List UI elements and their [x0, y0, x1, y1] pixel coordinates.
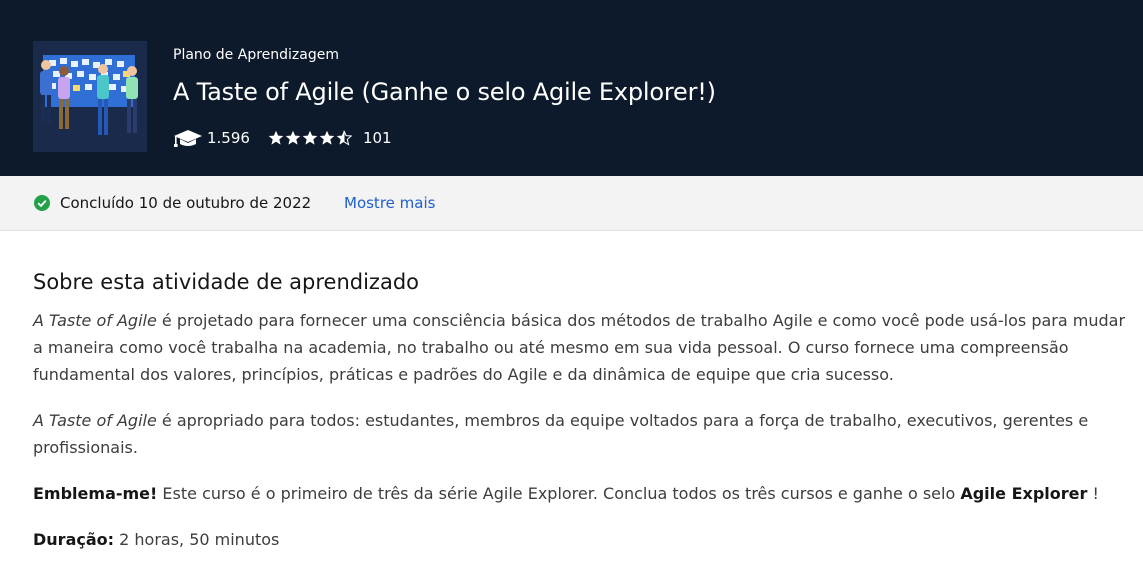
graduation-cap-icon	[174, 130, 202, 147]
course-name-italic: A Taste of Agile	[33, 411, 157, 430]
about-section: Sobre esta atividade de aprendizado A Ta…	[33, 270, 1128, 572]
description-text: é projetado para fornecer uma consciênci…	[33, 311, 1126, 384]
section-title: Sobre esta atividade de aprendizado	[33, 270, 419, 294]
course-meta: 1.596 101	[173, 127, 392, 149]
audience-paragraph: A Taste of Agile é apropriado para todos…	[33, 407, 1128, 461]
badge-paragraph: Emblema-me! Este curso é o primeiro de t…	[33, 480, 1128, 507]
rating-count: 101	[362, 129, 392, 147]
completion-status: Concluído 10 de outubro de 2022	[60, 194, 312, 212]
course-thumbnail	[33, 41, 147, 152]
enrollment-count: 1.596	[207, 129, 250, 147]
team-board-illustration	[33, 41, 147, 152]
badge-callout: Emblema-me!	[33, 484, 158, 503]
content-type-label: Plano de Aprendizagem	[173, 47, 339, 63]
duration-label: Duração:	[33, 530, 115, 549]
course-header: Plano de Aprendizagem A Taste of Agile (…	[0, 0, 1143, 176]
audience-text: é apropriado para todos: estudantes, mem…	[33, 411, 1089, 457]
star-icon	[268, 130, 284, 145]
page-title: A Taste of Agile (Ganhe o selo Agile Exp…	[173, 78, 716, 106]
rating-stars	[268, 130, 353, 146]
star-half-icon	[336, 130, 352, 146]
show-more-link[interactable]: Mostre mais	[344, 194, 435, 212]
description-paragraph: A Taste of Agile é projetado para fornec…	[33, 307, 1128, 388]
badge-text-end: !	[1087, 484, 1099, 503]
duration-paragraph: Duração: 2 horas, 50 minutos	[33, 526, 1128, 553]
course-name-italic: A Taste of Agile	[33, 311, 157, 330]
badge-text: Este curso é o primeiro de três da série…	[157, 484, 961, 503]
duration-value: 2 horas, 50 minutos	[114, 530, 280, 549]
star-icon	[319, 130, 335, 145]
check-circle-icon	[34, 195, 50, 211]
badge-name: Agile Explorer	[960, 484, 1088, 503]
star-icon	[302, 130, 318, 145]
star-icon	[285, 130, 301, 145]
